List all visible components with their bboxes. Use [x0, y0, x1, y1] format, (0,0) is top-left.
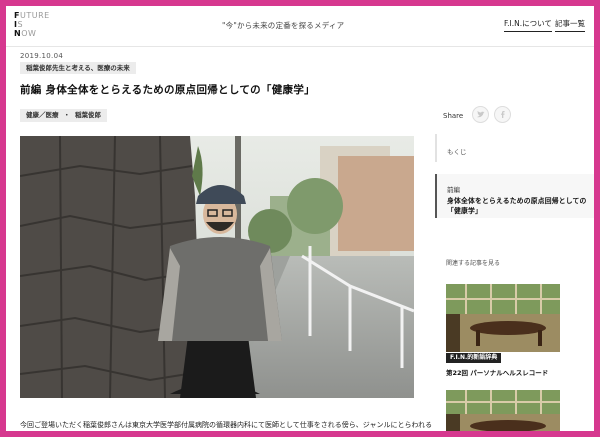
category-tags: 健康／医療・稲葉俊郎	[20, 109, 107, 122]
related-article-thumbnail-2[interactable]	[446, 390, 560, 431]
article-title: 前編 身体全体をとらえるための原点回帰としての「健康学」	[20, 84, 315, 96]
twitter-share-button[interactable]	[472, 106, 489, 123]
logo-text-future: UTURE	[19, 11, 50, 20]
toc-item-kicker: 前編	[447, 186, 460, 194]
toc-item-part1[interactable]: 前編 身体全体をとらえるための原点回帰としての「健康学」	[435, 174, 594, 218]
article-date: 2019.10.04	[20, 52, 64, 60]
category-tag-author[interactable]: 稲葉俊郎	[75, 111, 101, 119]
article-lead-text: 今回ご登場いただく稲葉俊郎さんは東京大学医学部付属病院の循環器内科にて医師として…	[20, 421, 433, 429]
site-logo[interactable]: FUTURE IS NOW	[14, 11, 50, 38]
related-article-thumbnail[interactable]	[446, 284, 560, 352]
nav-about-link[interactable]: F.I.N.について	[504, 18, 552, 32]
logo-text-is: S	[17, 20, 24, 29]
related-articles-label: 関連する記事を見る	[446, 260, 501, 267]
related-article-category[interactable]: F.I.N.的新語辞典	[446, 353, 502, 363]
nav-article-list-link[interactable]: 記事一覧	[555, 18, 585, 32]
toc-item-title: 身体全体をとらえるための原点回帰としての「健康学」	[447, 197, 587, 215]
site-tagline: "今"から未来の定番を探るメディア	[222, 21, 345, 30]
logo-text-now: OW	[21, 29, 37, 38]
category-separator: ・	[63, 111, 71, 119]
category-tag-health[interactable]: 健康／医療	[26, 111, 59, 119]
toc-header: もくじ	[435, 134, 594, 162]
site-header: FUTURE IS NOW "今"から未来の定番を探るメディア F.I.N.につ…	[6, 6, 594, 47]
facebook-icon	[501, 111, 505, 118]
related-article-title[interactable]: 第22回 パーソナルヘルスレコード	[446, 367, 548, 377]
twitter-icon	[477, 111, 485, 118]
facebook-share-button[interactable]	[494, 106, 511, 123]
series-tag[interactable]: 稲葉俊郎先生と考える、医療の未来	[20, 62, 136, 74]
toc-label: もくじ	[447, 148, 467, 156]
page: FUTURE IS NOW "今"から未来の定番を探るメディア F.I.N.につ…	[6, 6, 594, 431]
share-label: Share	[443, 112, 464, 120]
hero-photo	[20, 136, 414, 398]
